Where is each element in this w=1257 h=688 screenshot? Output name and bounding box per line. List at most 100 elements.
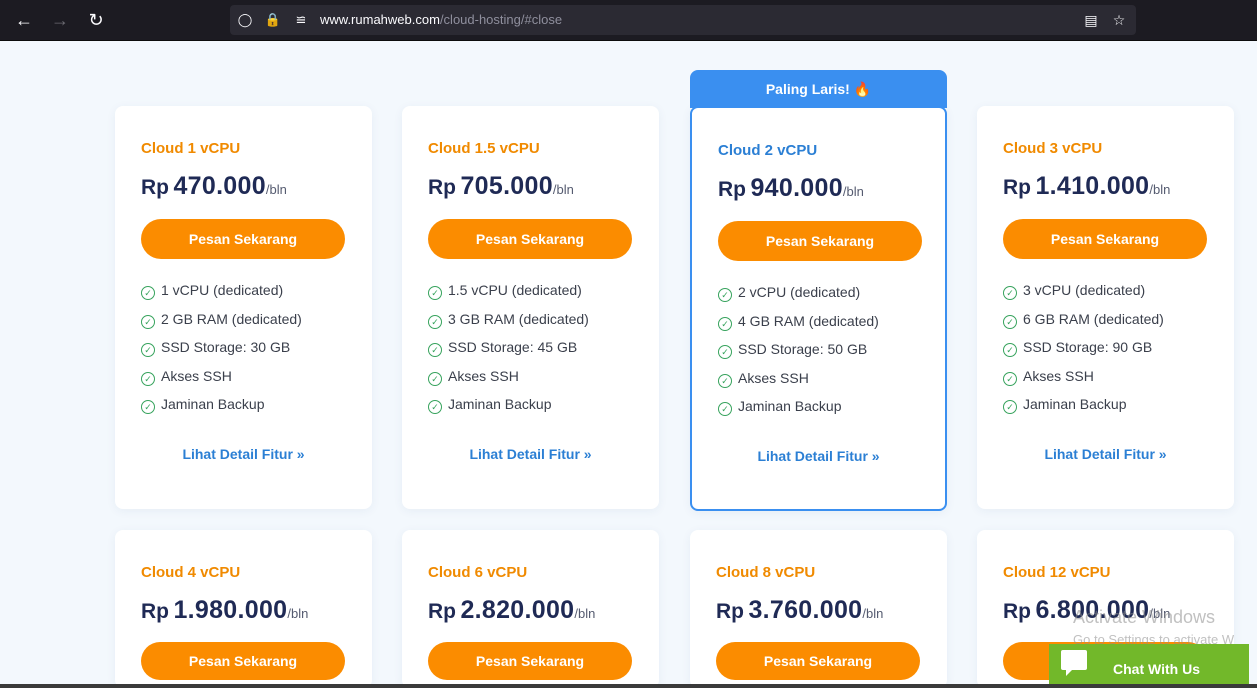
browser-toolbar: ← → ↻ ◯ 🔒 ≌ www.rumahweb.com/cloud-hosti… [0,0,1257,41]
permissions-icon[interactable]: ≌ [292,11,310,29]
feature-text: Jaminan Backup [448,396,552,412]
feature-item: ✓ Jaminan Backup [141,396,302,425]
price-currency: Rp [428,600,456,623]
order-button[interactable]: Pesan Sekarang [716,642,920,680]
feature-text: SSD Storage: 30 GB [161,339,291,355]
plan-price: Rp 705.000/bln [428,172,574,201]
feature-item: ✓ 1 vCPU (dedicated) [141,282,302,311]
check-circle-icon: ✓ [428,314,442,329]
order-button[interactable]: Pesan Sekarang [428,219,632,259]
address-bar[interactable]: ◯ 🔒 ≌ www.rumahweb.com/cloud-hosting/#cl… [230,5,1136,35]
feature-text: 2 GB RAM (dedicated) [161,310,302,327]
reader-view-icon[interactable]: ▤ [1082,11,1100,29]
check-circle-icon: ✓ [718,373,732,388]
price-amount: 940.000 [750,174,843,202]
feature-text: Akses SSH [1023,367,1094,384]
detail-link[interactable]: Lihat Detail Fitur » [692,448,945,464]
check-circle-icon: ✓ [141,343,155,357]
bookmark-star-icon[interactable]: ☆ [1110,11,1128,29]
url-text[interactable]: www.rumahweb.com/cloud-hosting/#close [320,12,562,27]
plan-price: Rp 470.000/bln [141,172,287,201]
plan-name: Cloud 3 vCPU [1003,140,1103,157]
chat-widget-button[interactable]: Chat With Us [1049,644,1249,688]
feature-item: ✓ Akses SSH [428,368,589,397]
pricing-page: Cloud 1 vCPU Rp 470.000/bln Pesan Sekara… [0,41,1257,688]
detail-link[interactable]: Lihat Detail Fitur » [115,446,372,462]
price-period: /bln [842,184,864,199]
chat-bubble-icon [1061,650,1087,676]
check-circle-icon: ✓ [428,371,442,386]
plan-card: Cloud 8 vCPU Rp 3.760.000/bln Pesan Seka… [690,530,947,688]
feature-item: ✓ 6 GB RAM (dedicated) [1003,311,1164,340]
plan-name: Cloud 1.5 vCPU [428,140,540,157]
check-circle-icon: ✓ [141,286,155,300]
chat-label: Chat With Us [1113,661,1200,677]
feature-item: ✓ Jaminan Backup [428,396,589,425]
check-circle-icon: ✓ [141,400,155,414]
feature-text: SSD Storage: 45 GB [448,339,578,355]
plan-card: Cloud 1.5 vCPU Rp 705.000/bln Pesan Seka… [402,106,659,509]
feature-list: ✓ 3 vCPU (dedicated) ✓ 6 GB RAM (dedicated… [1003,282,1164,425]
order-button[interactable]: Pesan Sekarang [428,642,632,680]
feature-text: 1 vCPU (dedicated) [161,282,284,298]
feature-text: Akses SSH [448,367,519,384]
plan-card-featured: Paling Laris! 🔥 Cloud 2 vCPU Rp 940.000/… [690,70,947,511]
reload-icon[interactable]: ↻ [84,8,108,32]
plan-name: Cloud 4 vCPU [141,564,241,581]
plan-price: Rp 940.000/bln [718,174,864,203]
check-circle-icon: ✓ [428,400,442,414]
plan-price: Rp 2.820.000/bln [428,596,595,625]
price-amount: 3.760.000 [748,596,863,624]
check-circle-icon: ✓ [1003,314,1017,329]
detail-link[interactable]: Lihat Detail Fitur » [977,446,1234,462]
price-currency: Rp [1003,176,1031,199]
feature-item: ✓ 4 GB RAM (dedicated) [718,313,879,342]
url-path: /cloud-hosting/#close [439,12,563,27]
feature-list: ✓ 1 vCPU (dedicated) ✓ 2 GB RAM (dedicated… [141,282,302,425]
feature-text: Jaminan Backup [1023,396,1127,412]
price-period: /bln [574,606,596,621]
feature-text: 6 GB RAM (dedicated) [1023,310,1164,327]
price-currency: Rp [1003,600,1031,623]
order-button[interactable]: Pesan Sekarang [141,642,345,680]
feature-text: 3 vCPU (dedicated) [1023,282,1146,298]
taskbar-edge [0,684,1257,688]
check-circle-icon: ✓ [718,316,732,331]
feature-text: 4 GB RAM (dedicated) [738,312,879,329]
order-button[interactable]: Pesan Sekarang [1003,219,1207,259]
detail-link[interactable]: Lihat Detail Fitur » [402,446,659,462]
plan-name: Cloud 8 vCPU [716,564,816,581]
feature-item: ✓ 2 vCPU (dedicated) [718,284,879,313]
check-circle-icon: ✓ [141,371,155,386]
lock-icon[interactable]: 🔒 [264,11,282,29]
order-button[interactable]: Pesan Sekarang [718,221,922,261]
feature-item: ✓ 3 GB RAM (dedicated) [428,311,589,340]
feature-item: ✓ SSD Storage: 90 GB [1003,339,1164,368]
price-period: /bln [552,182,574,197]
price-amount: 2.820.000 [460,596,575,624]
feature-item: ✓ 3 vCPU (dedicated) [1003,282,1164,311]
price-period: /bln [287,606,309,621]
check-circle-icon: ✓ [428,343,442,357]
plan-price: Rp 3.760.000/bln [716,596,883,625]
price-currency: Rp [141,176,169,199]
check-circle-icon: ✓ [718,345,732,359]
url-host: www.rumahweb.com [320,12,440,27]
plan-name: Cloud 12 vCPU [1003,564,1111,581]
price-amount: 470.000 [173,172,266,200]
check-circle-icon: ✓ [718,402,732,416]
feature-text: SSD Storage: 50 GB [738,341,868,357]
price-currency: Rp [428,176,456,199]
plan-price: Rp 1.410.000/bln [1003,172,1170,201]
feature-text: 1.5 vCPU (dedicated) [448,282,582,298]
back-arrow-icon[interactable]: ← [12,8,36,32]
shield-icon[interactable]: ◯ [236,11,254,29]
forward-arrow-icon[interactable]: → [48,8,72,32]
check-circle-icon: ✓ [1003,343,1017,357]
feature-text: Jaminan Backup [161,396,265,412]
order-button[interactable]: Pesan Sekarang [141,219,345,259]
plan-price: Rp 1.980.000/bln [141,596,308,625]
best-seller-badge: Paling Laris! 🔥 [690,70,947,108]
feature-item: ✓ Jaminan Backup [1003,396,1164,425]
feature-text: 2 vCPU (dedicated) [738,284,861,300]
